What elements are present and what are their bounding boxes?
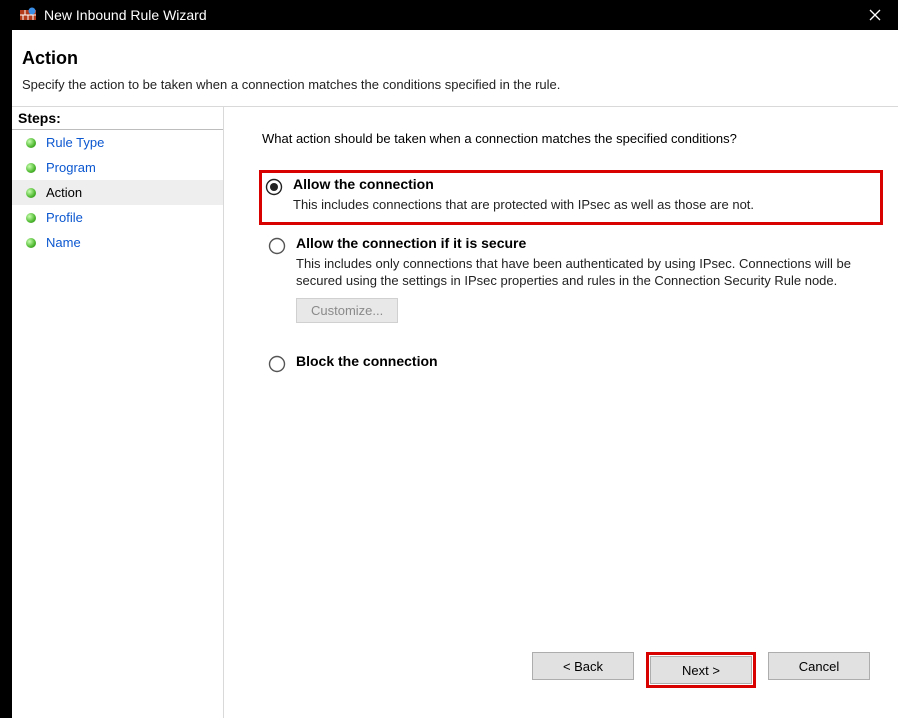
option-title: Block the connection — [296, 353, 876, 369]
cancel-button-wrap: Cancel — [768, 652, 870, 688]
cancel-button[interactable]: Cancel — [768, 652, 870, 680]
option-description: This includes connections that are prote… — [293, 196, 879, 214]
back-button[interactable]: < Back — [532, 652, 634, 680]
option-allow-secure[interactable]: Allow the connection if it is secure Thi… — [262, 229, 880, 329]
step-label: Program — [46, 160, 96, 175]
wizard-window: New Inbound Rule Wizard Action Specify t… — [12, 0, 898, 718]
body: Steps: Rule Type Program Action Profile … — [12, 107, 898, 718]
option-allow[interactable]: Allow the connection This includes conne… — [259, 170, 883, 225]
option-block[interactable]: Block the connection — [262, 347, 880, 379]
steps-title: Steps: — [12, 107, 223, 130]
step-item-action[interactable]: Action — [12, 180, 223, 205]
header: Action Specify the action to be taken wh… — [12, 30, 898, 107]
page-title: Action — [22, 48, 888, 69]
bullet-icon — [26, 163, 36, 173]
options-group: Allow the connection This includes conne… — [262, 170, 880, 383]
titlebar: New Inbound Rule Wizard — [12, 0, 898, 30]
back-button-wrap: < Back — [532, 652, 634, 688]
page-subtitle: Specify the action to be taken when a co… — [22, 77, 888, 92]
firewall-icon — [20, 7, 36, 23]
step-label: Action — [46, 185, 82, 200]
bullet-icon — [26, 138, 36, 148]
button-row: < Back Next > Cancel — [262, 644, 880, 706]
step-label: Rule Type — [46, 135, 104, 150]
step-item-name[interactable]: Name — [12, 230, 223, 255]
radio-icon[interactable] — [268, 355, 286, 373]
option-body: Allow the connection if it is secure Thi… — [296, 235, 876, 323]
option-title: Allow the connection if it is secure — [296, 235, 876, 251]
next-button[interactable]: Next > — [650, 656, 752, 684]
bullet-icon — [26, 238, 36, 248]
step-item-rule-type[interactable]: Rule Type — [12, 130, 223, 155]
bullet-icon — [26, 188, 36, 198]
step-item-program[interactable]: Program — [12, 155, 223, 180]
question-text: What action should be taken when a conne… — [262, 131, 880, 146]
window-title: New Inbound Rule Wizard — [44, 7, 852, 23]
option-title: Allow the connection — [293, 176, 879, 192]
step-item-profile[interactable]: Profile — [12, 205, 223, 230]
option-body: Allow the connection This includes conne… — [293, 176, 879, 214]
main-panel: What action should be taken when a conne… — [224, 107, 898, 718]
customize-button: Customize... — [296, 298, 398, 323]
step-label: Name — [46, 235, 81, 250]
step-label: Profile — [46, 210, 83, 225]
next-button-wrap: Next > — [646, 652, 756, 688]
steps-sidebar: Steps: Rule Type Program Action Profile … — [12, 107, 224, 718]
close-button[interactable] — [852, 0, 898, 30]
bullet-icon — [26, 213, 36, 223]
option-body: Block the connection — [296, 353, 876, 373]
radio-selected-icon[interactable] — [265, 178, 283, 196]
radio-icon[interactable] — [268, 237, 286, 255]
option-description: This includes only connections that have… — [296, 255, 876, 290]
